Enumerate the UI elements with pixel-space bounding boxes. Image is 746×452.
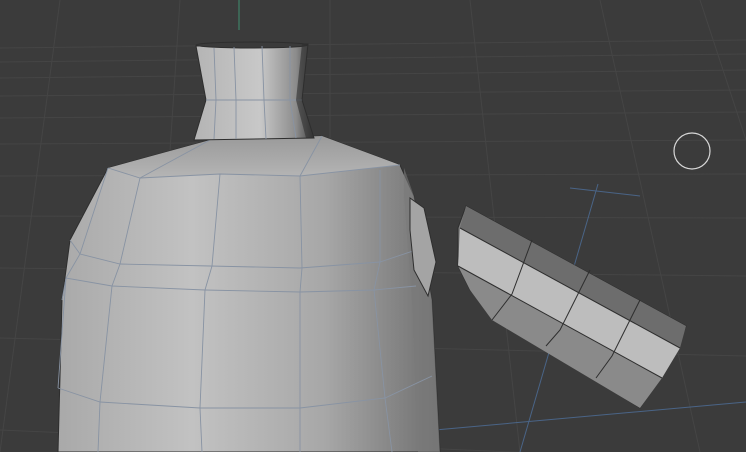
- neck-mesh[interactable]: [193, 41, 315, 141]
- viewport-canvas[interactable]: [0, 0, 746, 452]
- body-mesh[interactable]: [57, 135, 441, 452]
- 3d-viewport[interactable]: [0, 0, 746, 452]
- circle-pivot-icon[interactable]: [673, 132, 711, 170]
- neck-top-cap: [195, 41, 309, 49]
